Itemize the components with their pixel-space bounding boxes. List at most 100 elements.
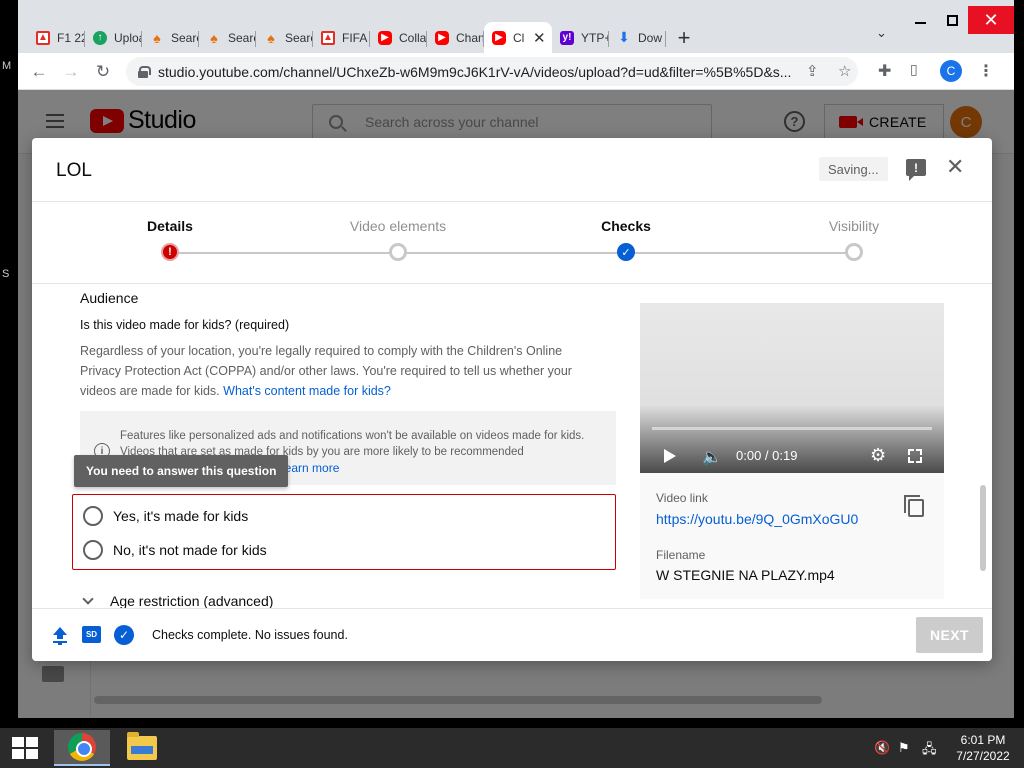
bookmark-star-icon[interactable]: ☆	[838, 62, 851, 80]
taskbar-file-explorer[interactable]	[114, 730, 170, 766]
maximize-button[interactable]	[936, 6, 968, 34]
windows-start-icon[interactable]	[12, 737, 38, 759]
browser-tab[interactable]: ♠ Searc	[142, 24, 199, 52]
close-icon[interactable]: ✕	[946, 156, 964, 178]
browser-tab[interactable]: ⬇ Dow	[609, 24, 666, 52]
browser-tab[interactable]: ▲ F1 22	[28, 24, 85, 52]
volume-icon[interactable]: 🔈	[702, 447, 722, 467]
taskbar-chrome[interactable]	[54, 730, 110, 766]
radio-label[interactable]: Yes, it's made for kids	[113, 508, 248, 524]
chevron-down-icon[interactable]: ⌄	[876, 25, 887, 41]
tab-label: YTP+	[581, 30, 609, 45]
next-button[interactable]: NEXT	[916, 617, 983, 653]
radio-yes-kids[interactable]: Yes, it's made for kids	[83, 505, 248, 527]
profile-avatar[interactable]: C	[940, 60, 962, 82]
video-progress-bar[interactable]	[652, 427, 932, 430]
tab-label: Searc	[171, 30, 199, 45]
video-link[interactable]: https://youtu.be/9Q_0GmXoGU0	[656, 511, 858, 527]
step-details[interactable]: Details	[100, 218, 240, 234]
network-icon[interactable]: 🖧	[922, 740, 937, 762]
checks-complete-icon[interactable]: ✓	[114, 625, 134, 645]
dialog-footer: SD ✓ Checks complete. No issues found. N…	[32, 608, 992, 661]
copy-icon[interactable]	[904, 495, 924, 517]
radio-no-kids[interactable]: No, it's not made for kids	[83, 539, 267, 561]
back-icon[interactable]: ←	[26, 59, 52, 85]
upload-stepper: Details Video elements Checks Visibility…	[32, 202, 992, 284]
notification-flag-icon[interactable]: ⚑	[898, 740, 910, 756]
error-icon[interactable]: !	[161, 243, 179, 261]
video-link-label: Video link	[656, 491, 708, 505]
tab-label: Cl	[513, 30, 525, 45]
step-pending-dot[interactable]	[845, 243, 863, 261]
tab-label: Uploa	[114, 30, 142, 45]
new-tab-button[interactable]: +	[666, 24, 702, 52]
close-window-button[interactable]: ✕	[968, 6, 1014, 34]
radio-button[interactable]	[83, 506, 103, 526]
play-icon[interactable]	[664, 449, 676, 463]
tab-label: Dow	[638, 30, 663, 45]
lock-icon[interactable]	[138, 65, 151, 78]
studio-page: Studio Search across your channel ? CREA…	[18, 90, 1014, 718]
youtube-icon: ▶	[492, 30, 506, 45]
gear-icon[interactable]: ⚙	[870, 445, 886, 466]
address-bar[interactable]: studio.youtube.com/channel/UChxeZb-w6M9m…	[126, 57, 858, 86]
browser-tab[interactable]: ♠ Searc	[256, 24, 313, 52]
vertical-scrollbar[interactable]	[980, 485, 986, 571]
clock-date: 7/27/2022	[956, 749, 1010, 763]
filename-label: Filename	[656, 548, 706, 562]
step-pending-dot[interactable]	[389, 243, 407, 261]
f1-icon: ▲	[321, 30, 335, 45]
taskbar-clock[interactable]: 6:01 PM 7/27/2022	[948, 732, 1018, 764]
dialog-body: Audience Is this video made for kids? (r…	[32, 285, 992, 608]
close-tab-icon[interactable]: ✕	[533, 29, 546, 47]
search-tab-icon: ♠	[267, 29, 275, 46]
tab-label: F1 22	[57, 30, 85, 45]
coppa-description: Regardless of your location, you're lega…	[80, 341, 600, 401]
step-checks[interactable]: Checks	[556, 218, 696, 234]
share-icon[interactable]: ⇪	[806, 62, 819, 80]
feedback-icon[interactable]: !	[906, 159, 926, 181]
info-text-body: Features like personalized ads and notif…	[120, 430, 585, 458]
step-visibility[interactable]: Visibility	[784, 218, 924, 234]
age-restriction-label: Age restriction (advanced)	[110, 593, 274, 608]
age-restriction-toggle[interactable]: Age restriction (advanced)	[80, 593, 273, 608]
made-for-kids-radio-group: Yes, it's made for kids No, it's not mad…	[72, 494, 616, 570]
browser-tab[interactable]: ▶ Chan	[427, 24, 484, 52]
browser-tab-active[interactable]: ▶ Cl ✕	[484, 22, 552, 53]
yahoo-icon: y!	[560, 30, 574, 45]
url-text[interactable]: studio.youtube.com/channel/UChxeZb-w6M9m…	[158, 64, 798, 80]
side-panel-icon[interactable]: ▯	[910, 61, 918, 78]
menu-kebab-icon[interactable]: ⋮	[978, 61, 994, 81]
forward-icon[interactable]: →	[58, 59, 84, 85]
made-for-kids-link[interactable]: What's content made for kids?	[223, 384, 391, 398]
upload-status-icon[interactable]	[52, 627, 68, 643]
desktop-side-text: S	[2, 268, 10, 280]
speaker-muted-icon[interactable]: 🔇	[874, 740, 890, 756]
required-tooltip: You need to answer this question	[74, 455, 289, 487]
window-controls: ✕	[904, 6, 1014, 34]
fullscreen-icon[interactable]	[908, 449, 922, 463]
radio-label[interactable]: No, it's not made for kids	[113, 542, 267, 558]
folder-icon	[127, 732, 157, 760]
tab-label: Colla	[399, 30, 427, 45]
tab-label: Searc	[228, 30, 256, 45]
footer-status: Checks complete. No issues found.	[152, 628, 348, 642]
checkmark-icon[interactable]: ✓	[617, 243, 635, 261]
reload-icon[interactable]: ↻	[90, 59, 116, 85]
video-time: 0:00 / 0:19	[736, 448, 798, 463]
extensions-icon[interactable]: ✚	[878, 61, 891, 81]
search-tab-icon: ♠	[153, 29, 161, 46]
browser-tab[interactable]: ↑ Uploa	[85, 24, 142, 52]
browser-tab[interactable]: ▶ Colla	[370, 24, 427, 52]
minimize-button[interactable]	[904, 6, 936, 34]
radio-button[interactable]	[83, 540, 103, 560]
browser-tab[interactable]: ▲ FIFA	[313, 24, 370, 52]
video-player[interactable]: 🔈 0:00 / 0:19 ⚙	[640, 303, 944, 473]
desktop-side-text: M	[2, 60, 12, 72]
browser-tab[interactable]: ♠ Searc	[199, 24, 256, 52]
step-video-elements[interactable]: Video elements	[328, 218, 468, 234]
saving-badge: Saving...	[819, 157, 888, 181]
sd-quality-badge[interactable]: SD	[82, 626, 101, 643]
browser-tab[interactable]: y! YTP+	[552, 24, 609, 52]
tab-list: ▲ F1 22 ↑ Uploa ♠ Searc ♠ Searc ♠ Searc ▲ FIFA…	[28, 22, 702, 53]
